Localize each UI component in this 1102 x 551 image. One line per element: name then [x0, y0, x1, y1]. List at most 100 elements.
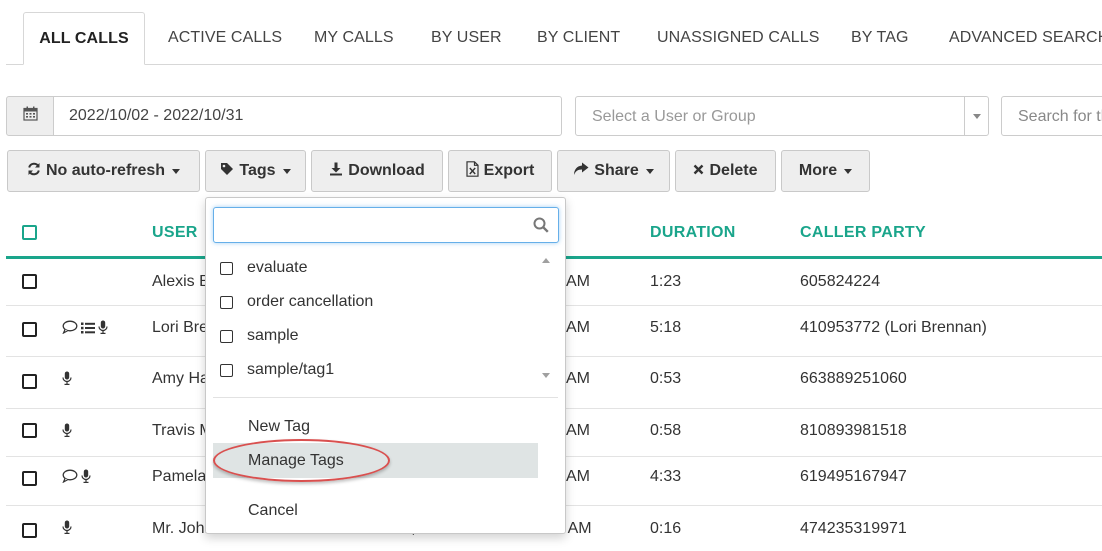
date-range-input[interactable] [53, 96, 562, 136]
cancel-option[interactable]: Cancel [248, 502, 298, 520]
calendar-icon [22, 106, 38, 126]
delete-label: Delete [709, 162, 758, 179]
tag-checkbox[interactable] [220, 329, 233, 343]
row-caller-party: 605824224 [800, 273, 881, 290]
scroll-down-arrow-icon[interactable] [542, 373, 550, 378]
microphone-icon [62, 423, 72, 442]
tag-checkbox[interactable] [220, 295, 233, 309]
tags-button[interactable]: Tags [205, 150, 306, 192]
tag-item-order-cancellation[interactable]: order cancellation [220, 293, 373, 311]
row-caller-party: 474235319971 [800, 520, 907, 537]
row-icons [62, 320, 108, 339]
share-label: Share [594, 162, 639, 179]
list-icon [81, 321, 95, 339]
row-checkbox[interactable] [22, 322, 37, 337]
caret-down-icon [282, 168, 291, 174]
tag-item-sample[interactable]: sample [220, 327, 299, 345]
row-duration: 0:53 [650, 370, 682, 387]
tab-all-calls[interactable]: ALL CALLS [23, 12, 145, 65]
row-duration: 5:18 [650, 319, 682, 336]
row-checkbox[interactable] [22, 471, 37, 486]
microphone-icon [62, 371, 72, 390]
tag-item-label: sample [247, 327, 299, 344]
row-caller-party: 619495167947 [800, 468, 907, 485]
row-duration: 1:23 [650, 273, 682, 290]
row-checkbox[interactable] [22, 423, 37, 438]
date-picker-addon[interactable] [6, 96, 54, 136]
column-header-duration[interactable]: DURATION [650, 224, 736, 242]
search-icon [533, 217, 549, 238]
tag-checkbox[interactable] [220, 363, 233, 377]
excel-file-icon [466, 160, 479, 182]
microphone-icon [81, 469, 91, 488]
export-button[interactable]: Export [448, 150, 552, 192]
tab-by-client[interactable]: BY CLIENT [537, 12, 620, 65]
tab-my-calls[interactable]: MY CALLS [314, 12, 394, 65]
share-arrow-icon [573, 162, 589, 181]
auto-refresh-button[interactable]: No auto-refresh [7, 150, 200, 192]
tab-by-user[interactable]: BY USER [431, 12, 502, 65]
new-tag-option[interactable]: New Tag [248, 418, 310, 436]
manage-tags-option[interactable]: Manage Tags [248, 452, 344, 470]
row-caller-party: 810893981518 [800, 422, 907, 439]
select-caret-box [964, 97, 988, 135]
scroll-up-arrow-icon[interactable] [542, 258, 550, 263]
comment-icon [62, 320, 78, 339]
select-all-checkbox[interactable] [22, 225, 37, 240]
tag-item-label: order cancellation [247, 293, 374, 310]
row-user: Pamela [152, 468, 207, 485]
caret-down-icon [844, 168, 853, 174]
search-input[interactable]: Search for the [1001, 96, 1102, 136]
tab-bar: ALL CALLS ACTIVE CALLS MY CALLS BY USER … [0, 0, 1102, 65]
microphone-icon [62, 520, 72, 539]
tag-item-evaluate[interactable]: evaluate [220, 259, 308, 277]
tags-dropdown: evaluate order cancellation sample sampl… [205, 197, 566, 534]
more-label: More [798, 162, 838, 179]
download-label: Download [348, 162, 425, 179]
column-header-caller-party[interactable]: CALLER PARTY [800, 224, 926, 242]
row-caller-party: 663889251060 [800, 370, 907, 387]
tag-list-scrollbar[interactable] [537, 252, 555, 386]
tab-by-tag[interactable]: BY TAG [851, 12, 909, 65]
more-button[interactable]: More [781, 150, 870, 192]
tag-item-label: evaluate [247, 259, 308, 276]
tag-search-input[interactable] [213, 207, 559, 243]
tab-advanced-search[interactable]: ADVANCED SEARCH [949, 12, 1102, 65]
tags-label: Tags [239, 162, 276, 179]
share-button[interactable]: Share [557, 150, 670, 192]
caret-down-icon [645, 168, 654, 174]
download-button[interactable]: Download [311, 150, 443, 192]
row-duration: 0:58 [650, 422, 682, 439]
caret-down-icon [973, 114, 981, 119]
row-duration: 4:33 [650, 468, 682, 485]
row-checkbox[interactable] [22, 274, 37, 289]
tag-icon [220, 162, 234, 181]
row-icons [62, 423, 72, 442]
row-duration: 0:16 [650, 520, 682, 537]
tag-checkbox[interactable] [220, 261, 233, 275]
download-icon [329, 162, 343, 181]
tag-item-label: sample/tag1 [247, 361, 335, 378]
delete-button[interactable]: Delete [675, 150, 776, 192]
row-user: Travis M [152, 422, 213, 439]
auto-refresh-label: No auto-refresh [45, 162, 166, 179]
close-icon [693, 162, 704, 180]
search-placeholder: Search for the [1018, 108, 1102, 125]
row-user: Lori Bre [152, 319, 209, 336]
refresh-icon [27, 162, 41, 181]
row-time: AM [566, 468, 590, 485]
row-checkbox[interactable] [22, 374, 37, 389]
user-group-select[interactable]: Select a User or Group [575, 96, 989, 136]
row-icons [62, 520, 72, 539]
row-caller-party: 410953772 (Lori Brennan) [800, 319, 987, 336]
row-icons [62, 469, 91, 488]
row-time: AM [566, 370, 590, 387]
caret-down-icon [172, 168, 181, 174]
row-time: AM [566, 319, 590, 336]
row-user: Alexis B [152, 273, 210, 290]
tab-active-calls[interactable]: ACTIVE CALLS [168, 12, 282, 65]
tab-unassigned-calls[interactable]: UNASSIGNED CALLS [657, 12, 820, 65]
row-checkbox[interactable] [22, 523, 37, 538]
tag-item-sample-tag1[interactable]: sample/tag1 [220, 361, 334, 379]
column-header-user[interactable]: USER [152, 224, 198, 242]
